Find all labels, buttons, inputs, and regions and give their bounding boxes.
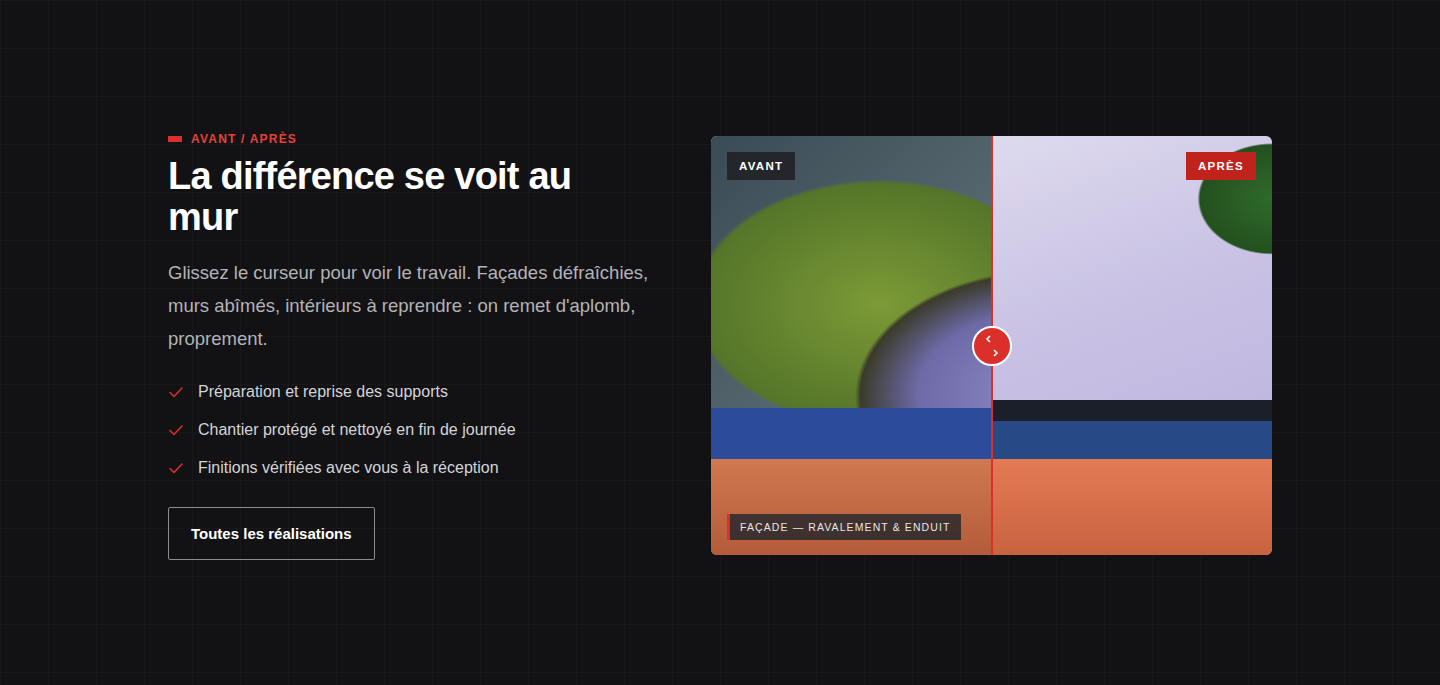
before-after-slider[interactable]: AVANT APRÈS FAÇADE — RAVALEMENT & ENDUIT <box>711 136 1272 555</box>
text-column: AVANT / APRÈS La différence se voit au mu… <box>168 132 658 560</box>
slider-handle[interactable] <box>972 326 1012 366</box>
feature-text: Chantier protégé et nettoyé en fin de jo… <box>198 421 516 439</box>
photo-caption: FAÇADE — RAVALEMENT & ENDUIT <box>727 514 961 540</box>
eyebrow-bar-icon <box>168 136 182 142</box>
eyebrow-text: AVANT / APRÈS <box>191 132 297 146</box>
feature-list: Préparation et reprise des supports Chant… <box>168 373 658 487</box>
section-intro: Glissez le curseur pour voir le travail.… <box>168 256 658 355</box>
before-after-section: AVANT / APRÈS La différence se voit au mu… <box>0 0 1440 685</box>
before-label: AVANT <box>727 152 795 180</box>
slider-line[interactable] <box>991 136 993 555</box>
check-icon <box>168 384 184 400</box>
check-icon <box>168 460 184 476</box>
check-icon <box>168 422 184 438</box>
after-label: APRÈS <box>1186 152 1256 180</box>
eyebrow: AVANT / APRÈS <box>168 132 658 146</box>
feature-item: Chantier protégé et nettoyé en fin de jo… <box>168 411 658 449</box>
before-photo <box>711 136 992 555</box>
arrows-icon <box>982 332 1002 360</box>
feature-item: Finitions vérifiées avec vous à la récep… <box>168 449 658 487</box>
feature-text: Finitions vérifiées avec vous à la récep… <box>198 459 499 477</box>
feature-item: Préparation et reprise des supports <box>168 373 658 411</box>
section-content: AVANT / APRÈS La différence se voit au mu… <box>168 126 1272 560</box>
all-projects-button[interactable]: Toutes les réalisations <box>168 507 375 560</box>
section-title: La différence se voit au mur <box>168 156 618 238</box>
before-clip <box>711 136 992 555</box>
feature-text: Préparation et reprise des supports <box>198 383 448 401</box>
